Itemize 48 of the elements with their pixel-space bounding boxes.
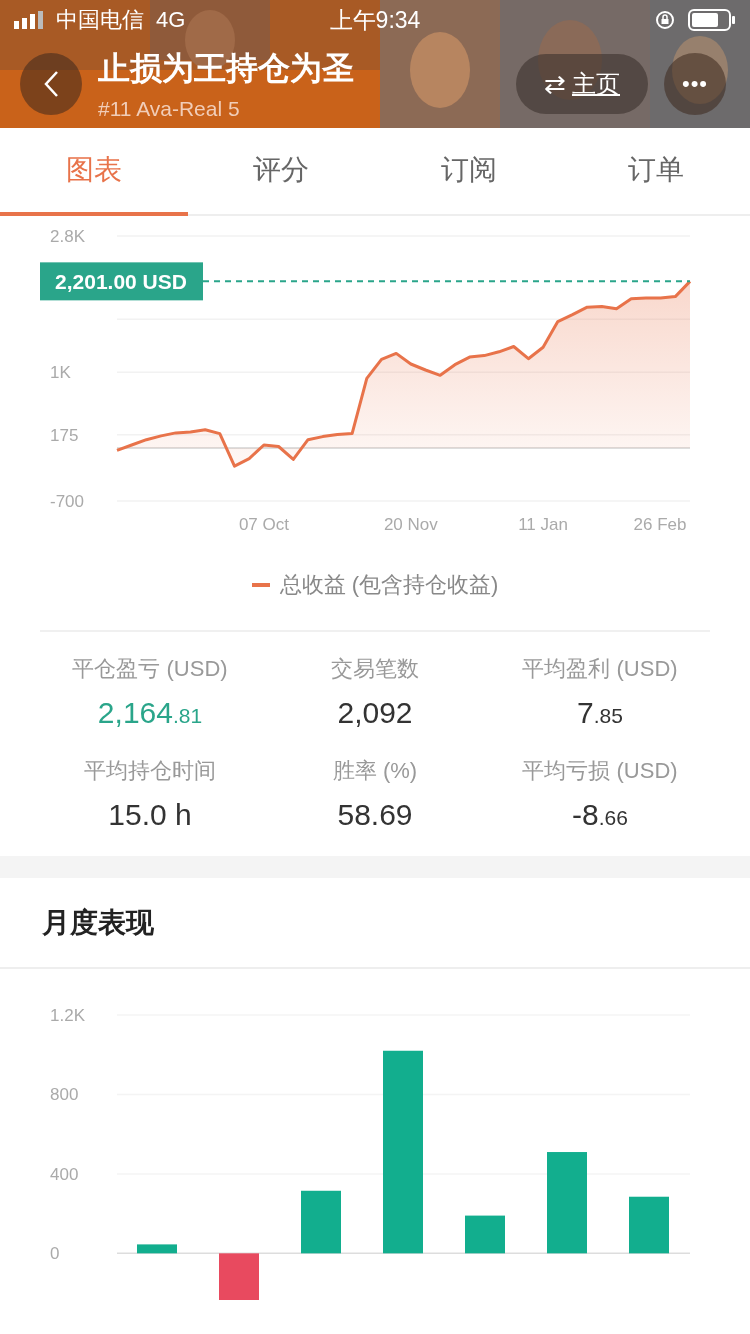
axis-label: 800 xyxy=(50,1085,79,1105)
network-type: 4G xyxy=(156,7,186,33)
home-button[interactable]: ⇄ 主页 xyxy=(516,54,648,114)
bar xyxy=(465,1215,505,1254)
axis-label: 07 Oct xyxy=(238,515,289,534)
axis-label: 1K xyxy=(50,363,71,383)
axis-label: 400 xyxy=(50,1164,79,1184)
axis-label: 20 Nov xyxy=(383,515,438,534)
stat-label: 平仓盈亏 (USD) xyxy=(72,655,228,683)
price-label: 2,201.00 USD xyxy=(55,270,187,294)
page-title: 止损为王持仓为圣 xyxy=(98,49,354,88)
back-icon xyxy=(43,70,59,98)
tab[interactable]: 订阅 xyxy=(375,128,563,216)
rotation-lock-icon xyxy=(654,9,676,31)
stat-label: 平均盈利 (USD) xyxy=(522,655,678,683)
section-title: 月度表现 xyxy=(42,905,154,940)
account-subtitle: #11 Ava-Real 5 xyxy=(98,97,241,121)
bar xyxy=(137,1244,177,1254)
stat-value: 2,164.81 xyxy=(97,696,203,730)
axis-label: 11 Jan xyxy=(518,515,568,534)
signal-icon xyxy=(14,11,44,29)
axis-label: 175 xyxy=(50,425,79,445)
more-button[interactable]: ••• xyxy=(664,53,726,115)
legend-label: 总收益 (包含持仓收益) xyxy=(279,571,499,599)
carrier-name: 中国电信 xyxy=(56,6,144,34)
stat-label: 交易笔数 xyxy=(331,655,419,683)
axis-label: 2.8K xyxy=(50,227,85,246)
bar xyxy=(219,1253,259,1300)
axis-label: 0 xyxy=(50,1244,60,1264)
tab[interactable]: 订单 xyxy=(562,128,750,216)
axis-label: 26 Feb xyxy=(633,515,687,534)
stat-value: 7.85 xyxy=(577,696,623,730)
stat-label: 胜率 (%) xyxy=(332,757,418,785)
stat-value: 58.69 xyxy=(337,798,413,832)
axis-label: -700 xyxy=(50,492,85,511)
bar xyxy=(629,1196,669,1254)
clock-time: 上午9:34 xyxy=(329,6,421,33)
legend-swatch xyxy=(251,583,270,587)
tab[interactable]: 评分 xyxy=(187,128,375,216)
stat-value: 2,092 xyxy=(337,696,413,730)
stat-value: 15.0 h xyxy=(108,798,192,832)
tab[interactable]: 图表 xyxy=(0,128,188,216)
stat-value: -8.66 xyxy=(572,798,628,832)
axis-label: 1.2K xyxy=(50,1006,85,1025)
stat-label: 平均持仓时间 xyxy=(84,757,216,785)
bar xyxy=(301,1190,341,1254)
stat-label: 平均亏损 (USD) xyxy=(522,757,678,785)
battery-icon xyxy=(688,9,736,31)
